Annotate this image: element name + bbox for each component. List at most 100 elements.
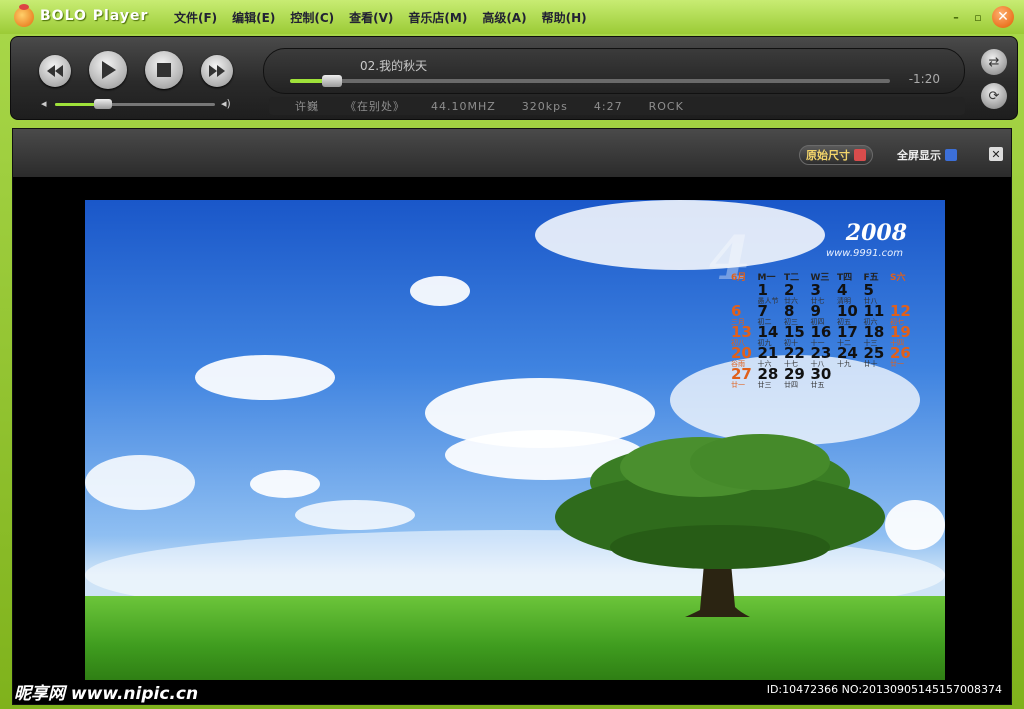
calendar-header: S六 bbox=[890, 273, 906, 283]
menu-bar: 文件(F) 编辑(E) 控制(C) 查看(V) 音乐店(M) 高级(A) 帮助(… bbox=[174, 9, 587, 26]
seek-knob[interactable] bbox=[322, 75, 342, 87]
info-bitrate: 320kps bbox=[521, 99, 568, 113]
previous-button[interactable] bbox=[39, 55, 71, 87]
fullscreen-label: 全屏显示 bbox=[897, 149, 941, 162]
calendar-day: 23 十八 bbox=[809, 344, 836, 368]
next-button[interactable] bbox=[201, 55, 233, 87]
calendar-day-number: 27 bbox=[731, 365, 752, 383]
app-title: BOLO Player bbox=[40, 8, 149, 24]
calendar-day: 10 初五 bbox=[835, 302, 862, 326]
fullscreen-icon bbox=[945, 149, 957, 161]
calendar-day: 4 清明 bbox=[835, 283, 862, 305]
volume-slider[interactable] bbox=[55, 99, 215, 109]
calendar-day-number: 23 bbox=[810, 344, 832, 362]
watermark-right: ID:10472366 NO:20130905145157008374 bbox=[766, 683, 1002, 696]
fullscreen-button[interactable]: 全屏显示 bbox=[897, 145, 957, 165]
calendar-day-number: 10 bbox=[837, 302, 858, 320]
calendar-day-number: 16 bbox=[810, 323, 832, 341]
info-sample-rate: 44.10MHZ bbox=[431, 99, 496, 113]
info-album: 《在别处》 bbox=[345, 100, 405, 113]
cloud bbox=[295, 500, 415, 530]
calendar-day-number: 11 bbox=[863, 302, 885, 320]
play-icon bbox=[102, 61, 116, 79]
seek-bar[interactable] bbox=[290, 75, 890, 87]
calendar-lunar-date: 廿三 bbox=[757, 381, 772, 389]
calendar-day-number: 1 bbox=[757, 281, 768, 299]
calendar-day: 5 廿八 bbox=[862, 283, 889, 305]
calendar-day: 29 廿四 bbox=[782, 367, 809, 389]
calendar-day: 17 十二 bbox=[835, 325, 862, 347]
menu-music-store[interactable]: 音乐店(M) bbox=[408, 9, 467, 26]
volume-low-icon: ◂ bbox=[41, 97, 47, 110]
calendar-day: 2 廿六 bbox=[782, 281, 809, 305]
menu-advanced[interactable]: 高级(A) bbox=[482, 9, 526, 26]
calendar-day: 20 谷雨 bbox=[729, 346, 756, 368]
original-size-icon bbox=[854, 149, 866, 161]
seek-fill bbox=[290, 79, 326, 83]
calendar-day: 19 十四 bbox=[888, 325, 915, 347]
menu-help[interactable]: 帮助(H) bbox=[542, 9, 587, 26]
stop-button[interactable] bbox=[145, 51, 183, 89]
calendar-day-number: 13 bbox=[731, 323, 752, 341]
close-video-button[interactable]: ✕ bbox=[989, 147, 1003, 161]
calendar-lunar-date: 廿四 bbox=[784, 381, 798, 389]
player-window: BOLO Player 文件(F) 编辑(E) 控制(C) 查看(V) 音乐店(… bbox=[0, 0, 1024, 709]
calendar-day: 13 初八 bbox=[729, 323, 756, 347]
wallpaper-image: 4 2008 www.9991.com 6月 M一 T二 W三 T四 F五 S六 1 愚人节 2 廿… bbox=[85, 200, 945, 680]
stop-icon bbox=[157, 63, 171, 77]
menu-view[interactable]: 查看(V) bbox=[349, 9, 393, 26]
watermark-left: 昵享网 www.nipic.cn bbox=[14, 684, 199, 704]
calendar-day-number: 25 bbox=[863, 344, 885, 362]
calendar-day: 16 十一 bbox=[809, 323, 836, 347]
track-title: 02.我的秋天 bbox=[360, 59, 428, 73]
title-bar: BOLO Player 文件(F) 编辑(E) 控制(C) 查看(V) 音乐店(… bbox=[0, 0, 1024, 34]
calendar-day-number: 15 bbox=[784, 323, 805, 341]
calendar-day-number: 14 bbox=[757, 323, 779, 341]
cloud bbox=[535, 200, 825, 270]
calendar-day-number: 22 bbox=[784, 344, 805, 362]
video-panel: 原始尺寸 全屏显示 ✕ 4 2008 www.9991.com 6月 M一 T二… bbox=[12, 128, 1012, 705]
calendar-grid: 6月 M一 T二 W三 T四 F五 S六 1 愚人节 2 廿六 3 廿七 4 清明 5 廿八 6 三月 7 初二 8 初三 9… bbox=[729, 270, 915, 389]
track-info-bar: 许巍 《在别处》 44.10MHZ 320kps 4:27 ROCK bbox=[269, 97, 965, 115]
calendar-day: 15 初十 bbox=[782, 323, 809, 347]
playlist-button[interactable]: ⇄ bbox=[981, 49, 1007, 75]
calendar-lunar-date: 廿五 bbox=[810, 381, 825, 389]
window-buttons: – ▫ ✕ bbox=[948, 6, 1014, 28]
info-duration: 4:27 bbox=[593, 99, 623, 113]
menu-control[interactable]: 控制(C) bbox=[290, 9, 334, 26]
cloud bbox=[410, 276, 470, 306]
info-artist: 许巍 bbox=[295, 100, 319, 113]
info-genre: ROCK bbox=[648, 99, 684, 113]
calendar-day: 30 廿五 bbox=[809, 365, 836, 389]
calendar-day-number: 2 bbox=[784, 281, 795, 299]
tree-graphic bbox=[555, 434, 885, 617]
restore-button[interactable]: ▫ bbox=[970, 9, 986, 25]
original-size-button[interactable]: 原始尺寸 bbox=[799, 145, 873, 165]
calendar-day: 26 廿一 bbox=[888, 346, 915, 368]
calendar-day: 3 廿七 bbox=[809, 283, 836, 305]
calendar-day: 7 初二 bbox=[756, 304, 783, 326]
calendar-header: 6月 bbox=[731, 273, 747, 283]
calendar-day: 25 廿十 bbox=[862, 344, 889, 368]
minimize-button[interactable]: – bbox=[948, 9, 964, 25]
calendar-day: 14 初九 bbox=[756, 323, 783, 347]
menu-edit[interactable]: 编辑(E) bbox=[232, 9, 275, 26]
calendar-day-number: 6 bbox=[731, 302, 742, 320]
calendar-day-number: 28 bbox=[757, 365, 779, 383]
calendar-day-number: 18 bbox=[863, 323, 885, 341]
menu-file[interactable]: 文件(F) bbox=[174, 9, 217, 26]
play-button[interactable] bbox=[89, 51, 127, 89]
calendar-day: 28 廿三 bbox=[756, 365, 783, 389]
calendar-day: 21 十六 bbox=[756, 346, 783, 368]
calendar-day-number: 30 bbox=[810, 365, 832, 383]
repeat-button[interactable]: ⟳ bbox=[981, 83, 1007, 109]
calendar-day: 6 三月 bbox=[729, 302, 756, 326]
close-button[interactable]: ✕ bbox=[992, 6, 1014, 28]
calendar-day-number: 12 bbox=[890, 302, 911, 320]
video-toolbar: 原始尺寸 全屏显示 ✕ bbox=[13, 129, 1011, 177]
volume-knob[interactable] bbox=[94, 99, 113, 109]
cloud bbox=[195, 355, 335, 400]
calendar-day: 18 十三 bbox=[862, 323, 889, 347]
calendar-site: www.9991.com bbox=[825, 248, 903, 259]
cloud bbox=[85, 455, 195, 510]
